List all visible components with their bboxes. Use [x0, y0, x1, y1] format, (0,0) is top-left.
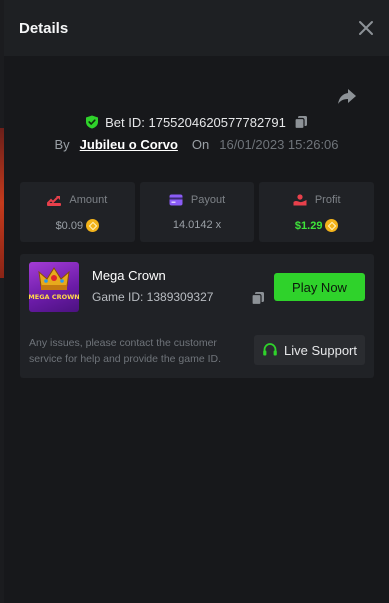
headset-icon: [263, 343, 277, 356]
amount-icon: [47, 196, 62, 206]
live-support-label: Live Support: [284, 342, 357, 358]
stat-label: Profit: [314, 194, 341, 206]
thumb-title: MEGA CROWN: [29, 293, 79, 301]
stat-value: $1.29: [294, 219, 323, 232]
by-label: By: [54, 136, 70, 152]
live-support-button[interactable]: Live Support: [254, 335, 365, 365]
coin-icon: [325, 219, 339, 232]
stat-payout: Payout 14.0142 x: [139, 182, 255, 242]
close-icon[interactable]: [357, 19, 375, 37]
payout-icon: [169, 194, 183, 206]
copy-bet-id-icon[interactable]: [294, 115, 308, 129]
stat-label: Payout: [190, 194, 226, 206]
game-id: Game ID: 1389309327: [92, 290, 214, 304]
play-now-button[interactable]: Play Now: [274, 273, 365, 301]
crown-icon: MEGA CROWN: [29, 267, 79, 301]
user-link[interactable]: Jubileu o Corvo: [80, 137, 178, 152]
stat-value: 14.0142 x: [172, 219, 222, 231]
game-card: MEGA CROWN Mega Crown Game ID: 138930932…: [20, 254, 374, 378]
share-icon[interactable]: [337, 86, 357, 106]
stat-label: Amount: [69, 194, 108, 206]
game-thumbnail[interactable]: MEGA CROWN: [29, 262, 79, 312]
bet-stats: Amount $0.09 Payout 14.0142 x Profit $1.…: [20, 182, 375, 242]
modal-header: Details: [4, 0, 389, 56]
stat-value: $0.09: [55, 219, 84, 232]
copy-game-id-icon[interactable]: [251, 291, 265, 305]
verified-shield-icon: [86, 115, 99, 129]
bet-id-row: Bet ID: 1755204620577782791: [4, 112, 389, 132]
game-name: Mega Crown: [92, 268, 166, 283]
stat-profit: Profit $1.29: [259, 182, 375, 242]
bet-author-row: By Jubileu o Corvo On 16/01/2023 15:26:0…: [4, 135, 389, 153]
support-note: Any issues, please contact the customer …: [29, 337, 222, 365]
bet-id-text: Bet ID: 1755204620577782791: [105, 114, 286, 130]
on-label: On: [191, 136, 210, 152]
stat-amount: Amount $0.09: [20, 182, 135, 242]
bet-date: 16/01/2023 15:26:06: [219, 136, 339, 152]
profit-icon: [293, 194, 307, 206]
details-modal: Details Bet ID: 1755204620577782791 By J…: [4, 0, 389, 603]
modal-title: Details: [19, 20, 69, 37]
coin-icon: [86, 219, 100, 232]
